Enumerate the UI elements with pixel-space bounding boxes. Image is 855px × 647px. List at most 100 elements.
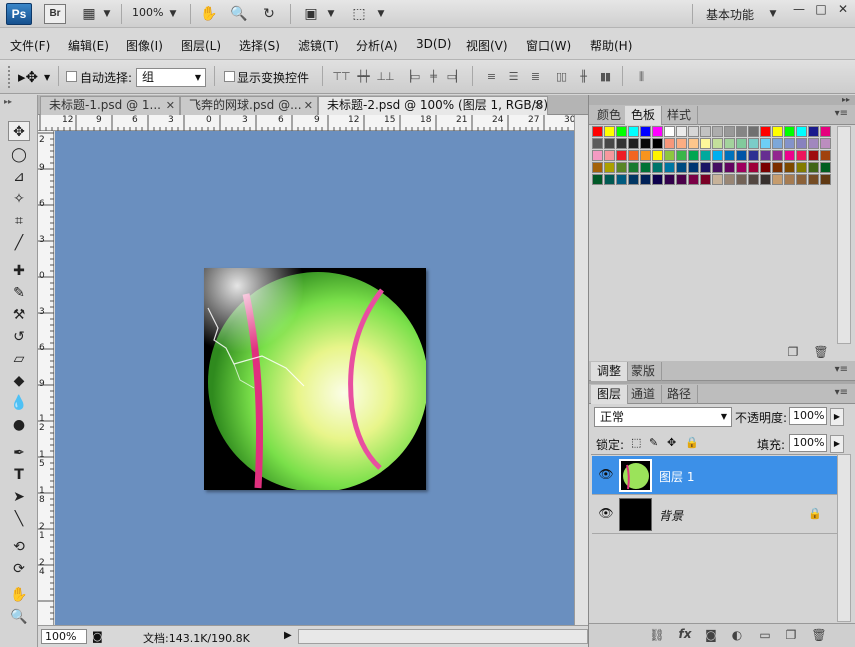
history-brush-icon[interactable]: ↺ [8, 327, 30, 347]
status-arrow-icon[interactable]: ▶ [284, 630, 292, 641]
new-layer-icon[interactable]: ❐ [783, 628, 799, 642]
path-selection-icon[interactable]: ➤ [8, 487, 30, 507]
hand-tool-icon[interactable]: ✋ [8, 585, 30, 605]
link-layers-icon[interactable]: ⛓ [649, 628, 665, 642]
crop-tool-icon[interactable]: ⌗ [8, 211, 30, 231]
color-swatch[interactable] [664, 126, 675, 137]
color-swatch[interactable] [808, 126, 819, 137]
color-swatch[interactable] [616, 162, 627, 173]
rotate-view-icon[interactable]: ↻ [260, 5, 278, 23]
color-swatch[interactable] [820, 150, 831, 161]
restore-button[interactable]: □ [810, 2, 832, 20]
zoom-tool-icon[interactable]: 🔍 [8, 607, 30, 627]
color-swatch[interactable] [820, 138, 831, 149]
arrange-dropdown-icon[interactable]: ▼ [322, 5, 340, 23]
color-swatch[interactable] [688, 126, 699, 137]
color-swatch[interactable] [700, 162, 711, 173]
distribute-hcenter-icon[interactable]: ╫ [574, 70, 592, 84]
color-swatch[interactable] [604, 126, 615, 137]
color-swatch[interactable] [724, 174, 735, 185]
status-menu-icon[interactable]: ◙ [92, 630, 103, 643]
color-swatch[interactable] [628, 138, 639, 149]
lock-paint-icon[interactable]: ✎ [649, 436, 658, 449]
color-swatch[interactable] [712, 174, 723, 185]
color-swatch[interactable] [592, 150, 603, 161]
distribute-bottom-icon[interactable]: ≣ [526, 70, 544, 84]
color-swatch[interactable] [688, 162, 699, 173]
menu-3d[interactable]: 3D(D) [416, 37, 451, 51]
show-transform-checkbox[interactable] [224, 71, 235, 82]
panel-menu-icon[interactable]: ▾≡ [835, 387, 848, 398]
color-swatch[interactable] [640, 126, 651, 137]
minimize-button[interactable]: — [788, 2, 810, 20]
close-button[interactable]: ✕ [832, 2, 854, 20]
color-swatch[interactable] [808, 150, 819, 161]
color-swatch[interactable] [592, 162, 603, 173]
burn-tool-icon[interactable]: ● [8, 415, 30, 435]
color-swatch[interactable] [784, 150, 795, 161]
color-swatch[interactable] [664, 162, 675, 173]
tab-untitled-1[interactable]: 未标题-1.psd @ 1... ✕ [40, 96, 180, 115]
collapse-tools-icon[interactable]: ▸▸ [4, 97, 12, 106]
color-swatch[interactable] [604, 138, 615, 149]
screen-mode-icon[interactable]: ⬚ [350, 5, 368, 23]
color-swatch[interactable] [784, 126, 795, 137]
layer-name[interactable]: 图层 1 [659, 468, 694, 485]
move-tool-preset-icon[interactable]: ▸✥ [18, 68, 38, 86]
color-swatch[interactable] [700, 138, 711, 149]
color-swatch[interactable] [736, 138, 747, 149]
color-swatch[interactable] [604, 174, 615, 185]
color-swatch[interactable] [724, 150, 735, 161]
tab-styles[interactable]: 样式 [661, 106, 699, 125]
color-swatch[interactable] [604, 150, 615, 161]
brush-tool-icon[interactable]: ✎ [8, 283, 30, 303]
menu-edit[interactable]: 编辑(E) [68, 37, 109, 54]
horizontal-scrollbar[interactable] [298, 629, 588, 644]
healing-brush-icon[interactable]: ✚ [8, 261, 30, 281]
color-swatch[interactable] [712, 126, 723, 137]
eyedropper-icon[interactable]: ╱ [8, 233, 30, 253]
opacity-slider-arrow[interactable]: ▶ [830, 408, 844, 426]
auto-select-target-dropdown[interactable]: 组 ▼ [136, 68, 206, 87]
color-swatch[interactable] [676, 150, 687, 161]
color-swatch[interactable] [796, 174, 807, 185]
color-swatch[interactable] [712, 162, 723, 173]
color-swatch[interactable] [796, 126, 807, 137]
color-swatch[interactable] [640, 174, 651, 185]
align-horizontal-center-icon[interactable]: ╪ [424, 70, 442, 84]
color-swatch[interactable] [748, 150, 759, 161]
visibility-eye-icon[interactable]: 👁 [598, 506, 614, 520]
menu-window[interactable]: 窗口(W) [526, 37, 571, 54]
adjustment-layer-icon[interactable]: ◐ [729, 628, 745, 642]
color-swatch[interactable] [652, 126, 663, 137]
distribute-right-icon[interactable]: ▮▮ [596, 70, 614, 84]
color-swatch[interactable] [784, 138, 795, 149]
color-swatch[interactable] [736, 174, 747, 185]
menu-layer[interactable]: 图层(L) [181, 37, 221, 54]
distribute-top-icon[interactable]: ≡ [482, 70, 500, 84]
color-swatch[interactable] [784, 174, 795, 185]
color-swatch[interactable] [772, 162, 783, 173]
auto-select-checkbox[interactable] [66, 71, 77, 82]
color-swatch[interactable] [664, 138, 675, 149]
color-swatch[interactable] [724, 138, 735, 149]
polygonal-lasso-icon[interactable]: ⊿ [8, 167, 30, 187]
color-swatch[interactable] [712, 150, 723, 161]
close-tab-icon[interactable]: ✕ [304, 97, 313, 114]
color-swatch[interactable] [772, 138, 783, 149]
close-tab-icon[interactable]: ✕ [166, 97, 175, 114]
color-swatch[interactable] [688, 150, 699, 161]
eraser-tool-icon[interactable]: ▱ [8, 349, 30, 369]
color-swatch[interactable] [808, 162, 819, 173]
color-swatch[interactable] [640, 150, 651, 161]
menu-view[interactable]: 视图(V) [466, 37, 508, 54]
lock-all-icon[interactable]: 🔒 [685, 436, 699, 449]
color-swatch[interactable] [772, 150, 783, 161]
color-swatch[interactable] [700, 150, 711, 161]
magic-wand-icon[interactable]: ✧ [8, 189, 30, 209]
color-swatch[interactable] [712, 138, 723, 149]
opacity-input[interactable]: 100% [789, 407, 827, 425]
color-swatch[interactable] [592, 138, 603, 149]
collapse-panels-icon[interactable]: ▸▸ [589, 95, 855, 105]
menu-file[interactable]: 文件(F) [10, 37, 50, 54]
